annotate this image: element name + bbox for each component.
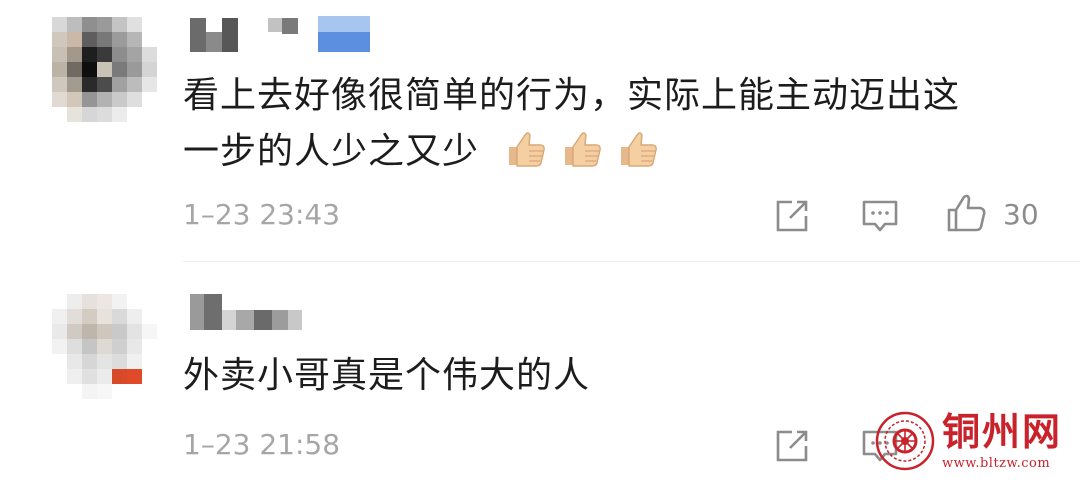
like-button[interactable]	[944, 192, 988, 236]
comment-timestamp: 1–23 21:58	[183, 428, 341, 461]
share-icon	[776, 430, 808, 462]
share-button[interactable]	[770, 194, 814, 238]
thumbs-up-icon	[947, 194, 986, 232]
comment-text: 外卖小哥真是个伟大的人	[183, 348, 590, 404]
reply-button[interactable]	[858, 194, 902, 238]
username-redacted[interactable]	[190, 294, 302, 330]
thumbs-up-emoji	[559, 129, 603, 169]
thumbs-up-emoji	[615, 129, 659, 169]
comment-text-line: 外卖小哥真是个伟大的人	[183, 355, 591, 396]
site-watermark: 铜州网 www.bltzw.com	[868, 402, 1076, 480]
comment-divider	[183, 261, 1080, 262]
like-count: 30	[1003, 198, 1039, 231]
thumbs-up-emoji	[503, 129, 547, 169]
comment-text-line: 一步的人少之又少	[183, 131, 480, 172]
comment-text: 看上去好像很简单的行为，实际上能主动迈出这	[183, 68, 960, 124]
seal-logo-icon	[875, 411, 935, 471]
comment-timestamp: 1–23 23:43	[183, 198, 341, 231]
comment-text: 一步的人少之又少	[183, 124, 659, 180]
watermark-url: www.bltzw.com	[942, 456, 1051, 471]
avatar[interactable]	[52, 17, 157, 122]
share-button[interactable]	[770, 424, 814, 468]
username-redacted[interactable]	[190, 16, 370, 52]
avatar[interactable]	[52, 294, 157, 399]
comment-text-line: 看上去好像很简单的行为，实际上能主动迈出这	[183, 75, 961, 116]
share-icon	[776, 200, 808, 232]
comment-icon	[862, 200, 898, 232]
watermark-title: 铜州网	[942, 409, 1063, 454]
